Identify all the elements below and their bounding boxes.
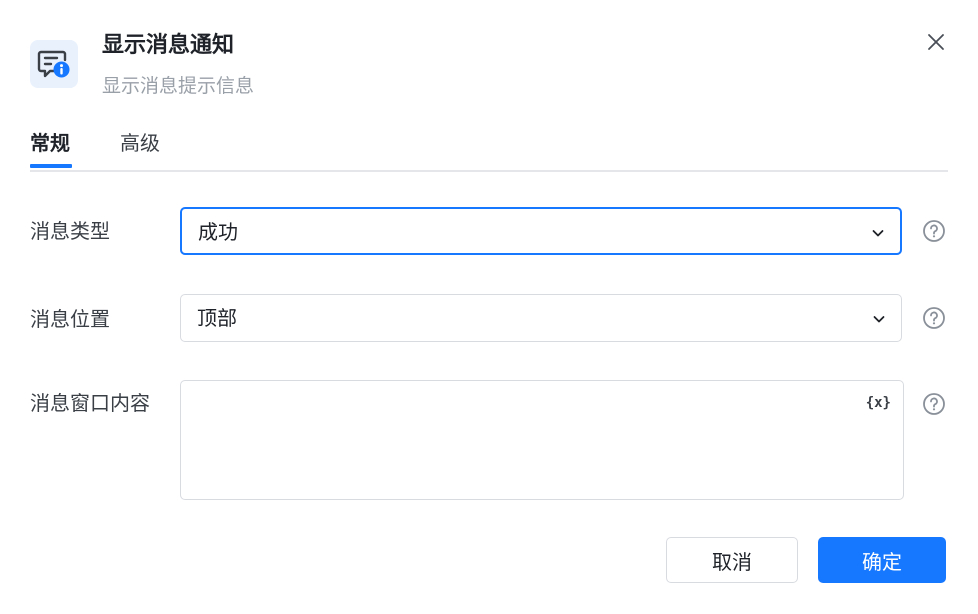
dialog-title: 显示消息通知 [102,33,235,58]
dialog-subtitle: 显示消息提示信息 [102,75,255,97]
message-content-textarea[interactable]: {x} [180,380,904,500]
message-info-icon [30,40,78,88]
message-type-value: 成功 [198,220,238,244]
chevron-down-icon [873,316,885,323]
message-position-value: 顶部 [197,306,237,330]
insert-variable-button[interactable]: {x} [866,393,891,413]
show-message-dialog: 显示消息通知 显示消息提示信息 常规 高级 消息类型 成功 消息位置 顶部 消息… [0,0,978,614]
message-position-select[interactable]: 顶部 [180,294,902,342]
tab-bar: 常规 高级 [30,120,948,172]
close-button[interactable] [922,28,950,56]
tab-advanced[interactable]: 高级 [120,128,160,158]
tab-general[interactable]: 常规 [30,128,70,158]
message-content-label: 消息窗口内容 [30,391,150,415]
help-icon[interactable] [922,219,946,243]
message-position-label: 消息位置 [30,307,110,331]
cancel-button[interactable]: 取消 [666,537,798,583]
close-icon [928,34,944,50]
help-icon[interactable] [922,392,946,416]
help-icon[interactable] [922,306,946,330]
confirm-button[interactable]: 确定 [818,537,946,583]
message-type-label: 消息类型 [30,219,110,243]
message-type-select[interactable]: 成功 [180,207,902,255]
chevron-down-icon [872,230,884,237]
active-tab-indicator [30,164,72,168]
